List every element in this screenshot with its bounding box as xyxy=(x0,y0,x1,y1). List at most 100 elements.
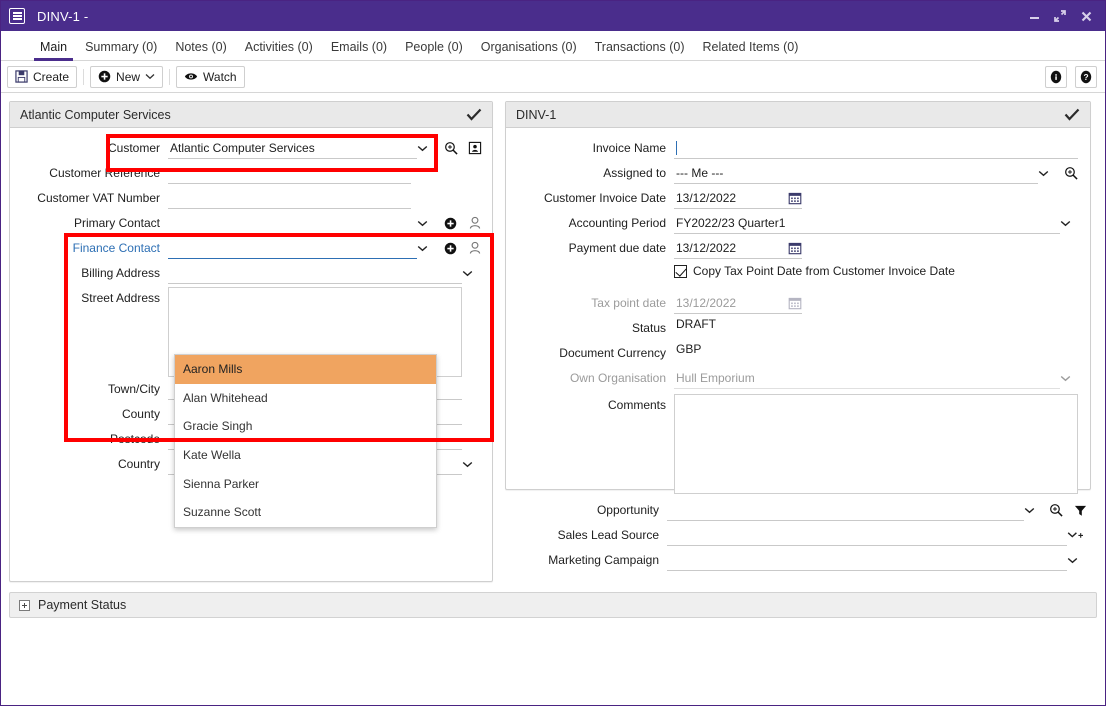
customer-reference-input[interactable] xyxy=(168,162,411,184)
toolbar-separator-2 xyxy=(169,68,171,85)
watch-button-label: Watch xyxy=(203,69,237,84)
chevron-down-icon[interactable] xyxy=(1067,557,1089,564)
opportunity-input[interactable] xyxy=(667,499,1024,521)
expand-plus-icon[interactable] xyxy=(19,599,30,611)
save-disk-icon xyxy=(15,70,28,83)
tab-main[interactable]: Main xyxy=(31,36,76,61)
minimize-icon[interactable] xyxy=(1021,3,1047,29)
tax-point-date-control: 13/12/2022 xyxy=(674,292,1078,314)
field-billing-address: Billing Address xyxy=(16,262,482,286)
chevron-down-icon[interactable] xyxy=(1024,507,1042,514)
tab-summary[interactable]: Summary (0) xyxy=(76,36,166,60)
postcode-label: Postcode xyxy=(109,432,160,446)
add-contact-icon[interactable] xyxy=(444,242,457,255)
check-icon[interactable] xyxy=(466,108,482,121)
close-icon[interactable] xyxy=(1073,3,1099,29)
dropdown-option-kate-wella[interactable]: Kate Wella xyxy=(175,441,436,470)
accounting-period-input[interactable]: FY2022/23 Quarter1 xyxy=(674,212,1060,234)
person-icon[interactable] xyxy=(468,241,482,255)
checkbox-icon[interactable] xyxy=(674,264,687,278)
document-currency-value: GBP xyxy=(676,342,702,356)
field-tax-point-date: Tax point date 13/12/2022 xyxy=(512,292,1078,316)
customer-control: Atlantic Computer Services xyxy=(168,137,482,159)
tab-activities[interactable]: Activities (0) xyxy=(236,36,322,60)
comments-textarea[interactable] xyxy=(674,394,1078,494)
new-button[interactable]: New xyxy=(90,65,164,88)
finance-contact-input[interactable] xyxy=(168,237,417,259)
street-address-label: Street Address xyxy=(81,291,160,305)
status-control: DRAFT xyxy=(674,317,1078,331)
finance-contact-label: Finance Contact xyxy=(72,241,160,255)
invoice-name-input[interactable] xyxy=(674,137,1078,159)
svg-text:?: ? xyxy=(1083,72,1088,82)
billing-address-input[interactable] xyxy=(168,262,462,284)
dropdown-option-alan-whitehead[interactable]: Alan Whitehead xyxy=(175,384,436,413)
field-copy-tax-point: Copy Tax Point Date from Customer Invoic… xyxy=(512,264,1078,288)
chevron-down-plus-icon[interactable] xyxy=(1067,531,1089,539)
customer-panel-header: Atlantic Computer Services xyxy=(10,102,492,128)
field-sales-lead-source: Sales Lead Source xyxy=(505,524,1089,548)
chevron-down-icon[interactable] xyxy=(1038,170,1056,177)
check-icon[interactable] xyxy=(1064,108,1080,121)
primary-contact-label: Primary Contact xyxy=(73,216,160,230)
dropdown-option-sienna-parker[interactable]: Sienna Parker xyxy=(175,469,436,498)
own-organisation-label: Own Organisation xyxy=(569,371,666,385)
chevron-down-icon[interactable] xyxy=(1060,220,1078,227)
tab-transactions[interactable]: Transactions (0) xyxy=(586,36,694,60)
payment-status-section[interactable]: Payment Status xyxy=(9,592,1097,618)
calendar-icon[interactable] xyxy=(788,191,802,205)
customer-input[interactable]: Atlantic Computer Services xyxy=(168,137,417,159)
contact-card-icon[interactable] xyxy=(468,141,482,155)
payment-due-date-field[interactable]: 13/12/2022 xyxy=(674,237,802,259)
add-contact-icon[interactable] xyxy=(444,217,457,230)
finance-contact-dropdown[interactable]: Aaron Mills Alan Whitehead Gracie Singh … xyxy=(174,354,437,528)
field-comments: Comments xyxy=(512,394,1078,494)
payment-status-label: Payment Status xyxy=(38,598,127,612)
sales-lead-source-label: Sales Lead Source xyxy=(557,528,659,542)
chevron-down-icon[interactable] xyxy=(462,270,480,277)
tab-related-items[interactable]: Related Items (0) xyxy=(693,36,807,60)
dropdown-option-aaron-mills[interactable]: Aaron Mills xyxy=(175,355,436,384)
tab-notes[interactable]: Notes (0) xyxy=(166,36,235,60)
person-icon[interactable] xyxy=(468,216,482,230)
toolbar: Create New Watch ? xyxy=(1,61,1105,93)
assigned-to-input[interactable]: --- Me --- xyxy=(674,162,1038,184)
copy-tax-point-checkbox-row[interactable]: Copy Tax Point Date from Customer Invoic… xyxy=(674,264,955,278)
tab-emails[interactable]: Emails (0) xyxy=(322,36,396,60)
marketing-campaign-input[interactable] xyxy=(667,549,1067,571)
opportunity-subform: Opportunity Sales Lead Source Marketing … xyxy=(505,499,1091,573)
chevron-down-icon xyxy=(1060,375,1078,382)
field-customer: Customer Atlantic Computer Services xyxy=(16,137,482,161)
info-icon[interactable] xyxy=(1045,65,1067,88)
document-icon xyxy=(9,8,25,24)
chevron-down-icon[interactable] xyxy=(417,220,435,227)
marketing-campaign-label: Marketing Campaign xyxy=(548,553,659,567)
content-area: Atlantic Computer Services Customer Atla… xyxy=(1,93,1105,706)
calendar-icon[interactable] xyxy=(788,241,802,255)
own-organisation-control: Hull Emporium xyxy=(674,367,1078,389)
chevron-down-icon[interactable] xyxy=(462,461,480,468)
tab-people[interactable]: People (0) xyxy=(396,36,472,60)
primary-contact-input[interactable] xyxy=(168,212,417,234)
chevron-down-icon[interactable] xyxy=(417,145,435,152)
billing-address-control xyxy=(168,262,482,284)
field-primary-contact: Primary Contact xyxy=(16,212,482,236)
help-icon[interactable]: ? xyxy=(1075,65,1097,88)
watch-button[interactable]: Watch xyxy=(176,65,245,88)
primary-contact-actions xyxy=(435,216,482,230)
dropdown-option-suzanne-scott[interactable]: Suzanne Scott xyxy=(175,498,436,527)
filter-funnel-icon[interactable] xyxy=(1063,504,1089,517)
tab-organisations[interactable]: Organisations (0) xyxy=(472,36,586,60)
customer-vat-input[interactable] xyxy=(168,187,411,209)
sales-lead-source-input[interactable] xyxy=(667,524,1067,546)
status-value: DRAFT xyxy=(676,317,716,331)
dropdown-option-gracie-singh[interactable]: Gracie Singh xyxy=(175,412,436,441)
search-zoom-icon[interactable] xyxy=(444,141,458,155)
maximize-icon[interactable] xyxy=(1047,3,1073,29)
chevron-down-icon[interactable] xyxy=(417,245,435,252)
search-zoom-icon[interactable] xyxy=(1056,166,1078,180)
create-button[interactable]: Create xyxy=(7,65,78,88)
payment-due-date-label: Payment due date xyxy=(568,241,666,255)
customer-invoice-date-field[interactable]: 13/12/2022 xyxy=(674,187,802,209)
search-zoom-icon[interactable] xyxy=(1042,503,1063,517)
